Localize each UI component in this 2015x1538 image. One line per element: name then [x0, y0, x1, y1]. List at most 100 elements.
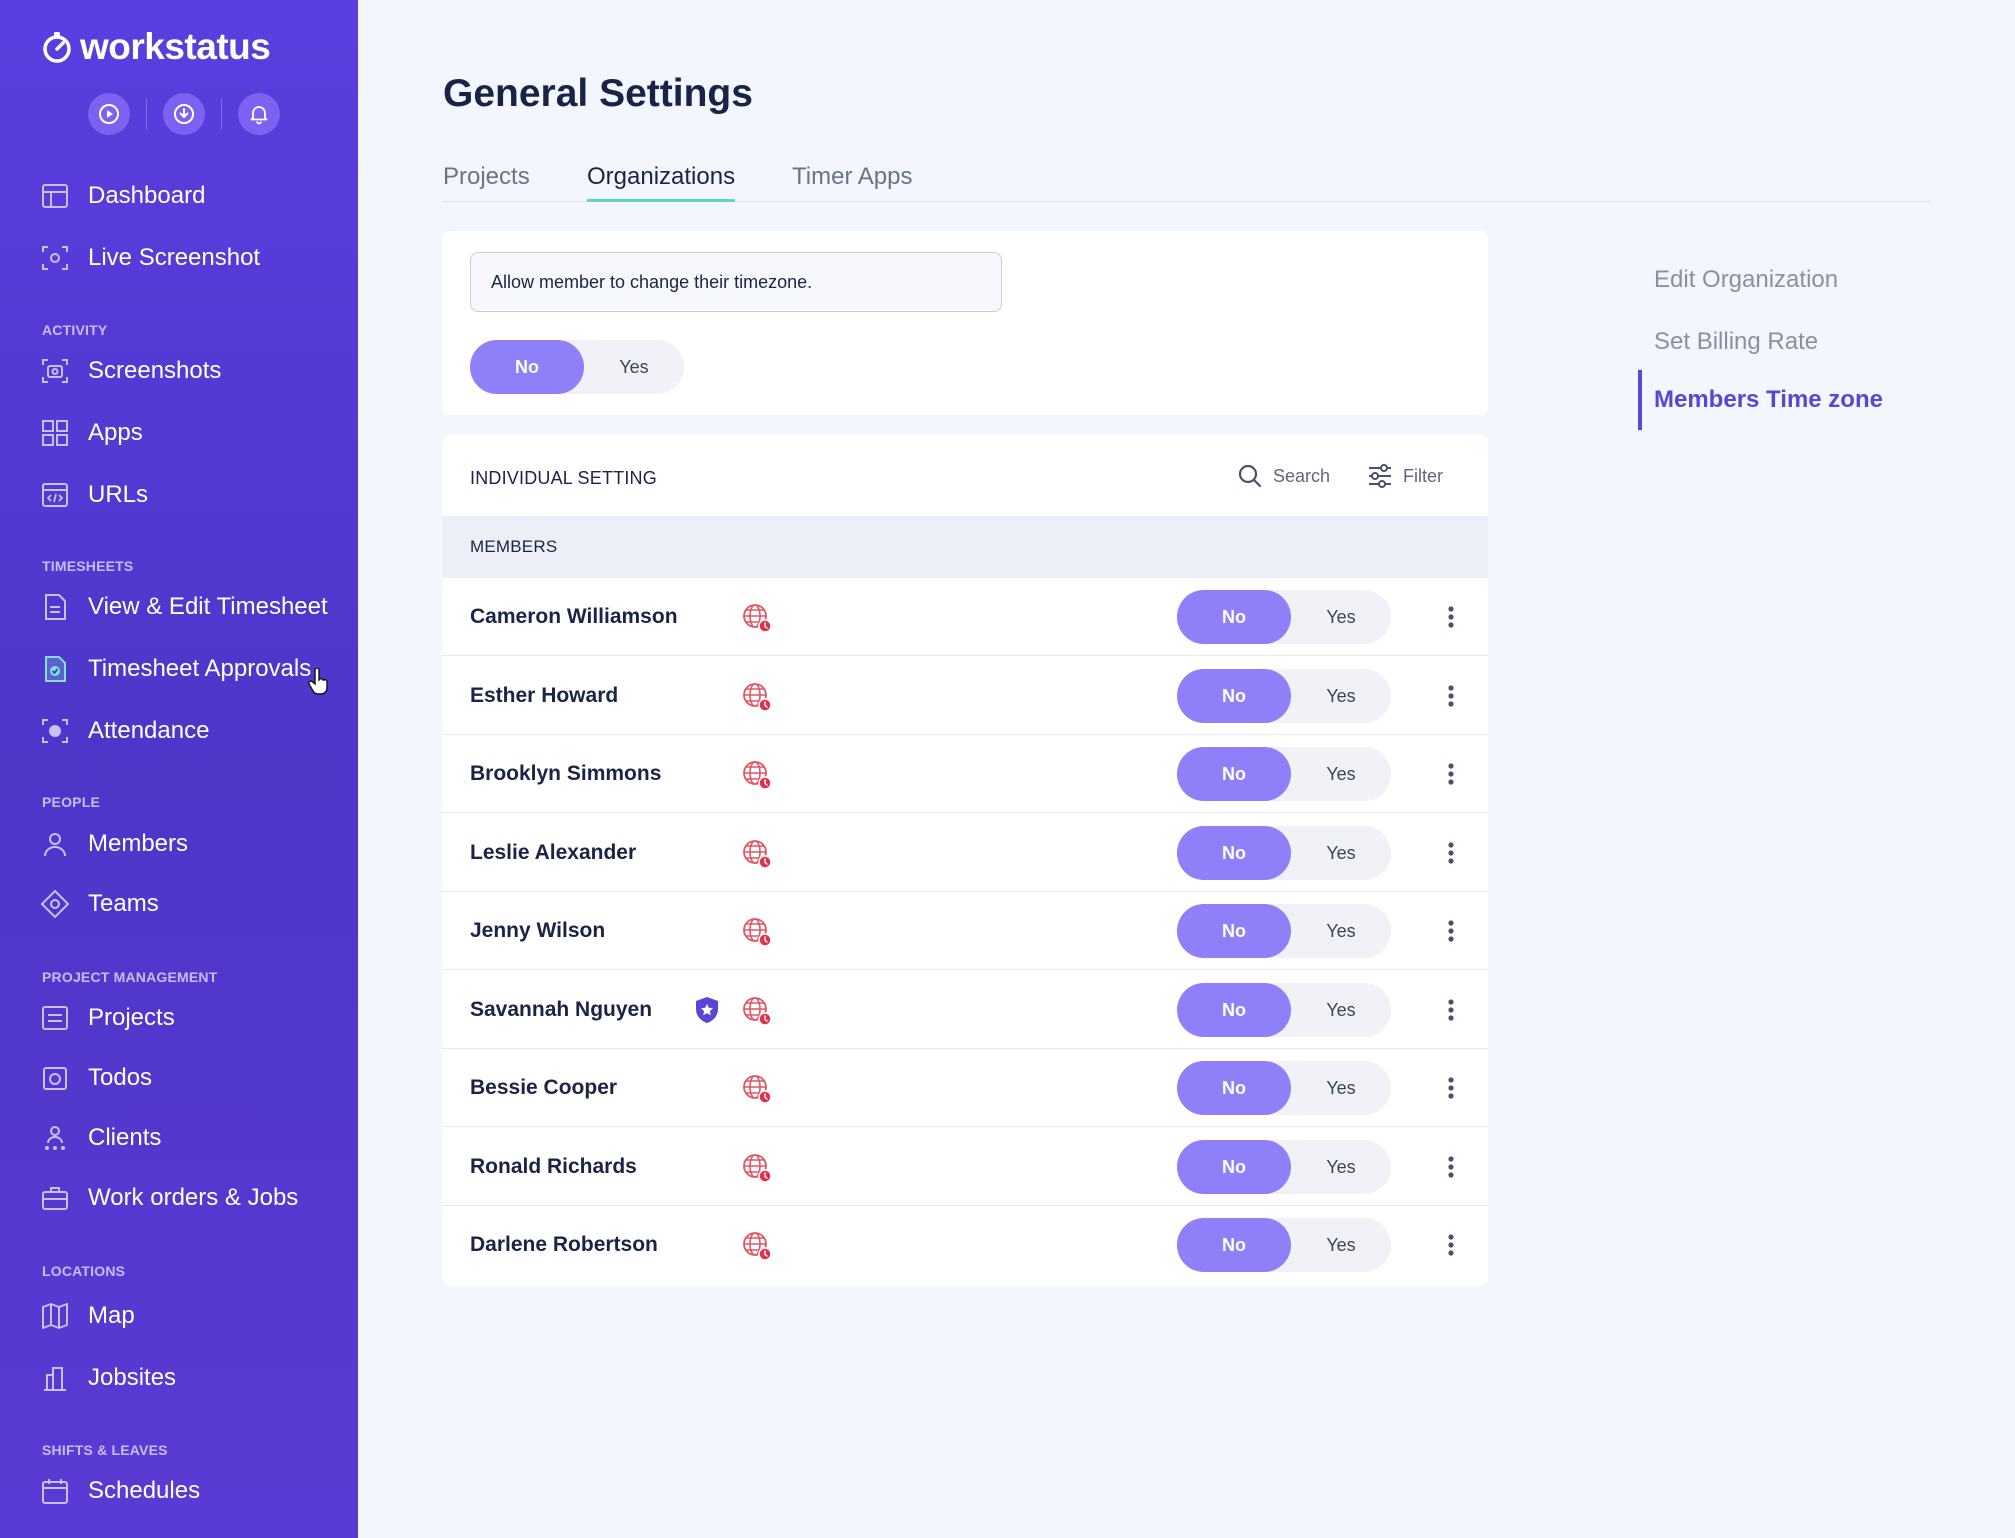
search-button[interactable]: Search	[1237, 463, 1330, 489]
table-row: Cameron Williamson No Yes	[442, 578, 1488, 656]
toggle-no-option[interactable]: No	[1177, 668, 1291, 723]
globe-timezone-icon[interactable]	[741, 1073, 773, 1105]
section-locations: LOCATIONS	[42, 1263, 126, 1279]
globe-timezone-icon[interactable]	[741, 838, 773, 870]
toggle-yes-option[interactable]: Yes	[1291, 826, 1391, 880]
sidebar-item-map[interactable]: Map	[40, 1296, 135, 1336]
sidebar-item-dashboard[interactable]: Dashboard	[40, 176, 205, 216]
more-options-icon[interactable]	[1438, 1230, 1464, 1260]
brand-logo[interactable]: workstatus	[40, 26, 271, 68]
briefcase-icon	[42, 1187, 68, 1210]
start-timer-button[interactable]	[88, 93, 130, 135]
toggle-no-option[interactable]: No	[1177, 1218, 1291, 1272]
member-timezone-toggle[interactable]: No Yes	[1177, 590, 1391, 644]
toggle-no-option[interactable]: No	[1177, 982, 1291, 1037]
more-options-icon[interactable]	[1438, 1073, 1464, 1103]
member-timezone-toggle[interactable]: No Yes	[1177, 1218, 1391, 1272]
toggle-yes-option[interactable]: Yes	[1291, 983, 1391, 1037]
member-timezone-toggle[interactable]: No Yes	[1177, 1139, 1391, 1194]
member-timezone-toggle[interactable]: No Yes	[1177, 904, 1391, 958]
sidebar-item-timesheet-approvals[interactable]: Timesheet Approvals	[40, 649, 311, 689]
sidebar-item-members[interactable]: Members	[40, 824, 188, 864]
download-circle-icon	[174, 104, 194, 124]
sidebar-item-attendance[interactable]: Attendance	[40, 711, 209, 751]
toggle-no-option[interactable]: No	[1177, 904, 1291, 958]
globe-timezone-icon[interactable]	[741, 681, 773, 713]
table-row: Leslie Alexander No Yes	[442, 814, 1488, 892]
globe-timezone-icon[interactable]	[741, 602, 773, 634]
todo-icon	[43, 1067, 67, 1090]
sidebar-item-clients[interactable]: Clients	[40, 1118, 161, 1158]
member-name: Cameron Williamson	[470, 605, 678, 628]
member-timezone-toggle[interactable]: No Yes	[1177, 747, 1391, 801]
toggle-yes-option[interactable]: Yes	[1291, 590, 1391, 644]
sidebar-item-jobsites[interactable]: Jobsites	[40, 1358, 176, 1398]
member-name: Savannah Nguyen	[470, 997, 653, 1021]
individual-settings-card: INDIVIDUAL SETTING Search Filter MEMBERS…	[442, 435, 1488, 1286]
member-timezone-toggle[interactable]: No Yes	[1177, 1061, 1391, 1115]
toggle-yes-option[interactable]: Yes	[584, 340, 684, 394]
toggle-yes-option[interactable]: Yes	[1291, 669, 1391, 723]
search-icon	[1238, 464, 1262, 488]
toggle-no-option[interactable]: No	[1177, 825, 1291, 880]
notifications-button[interactable]	[238, 93, 280, 135]
globe-timezone-icon[interactable]	[741, 1230, 773, 1262]
toggle-no-option[interactable]: No	[1177, 1061, 1291, 1115]
subnav-members-time-zone[interactable]: Members Time zone	[1638, 370, 1883, 430]
filter-button[interactable]: Filter	[1367, 463, 1443, 489]
toggle-yes-option[interactable]: Yes	[1291, 1140, 1391, 1194]
toggle-yes-option[interactable]: Yes	[1291, 1061, 1391, 1115]
document-icon	[45, 594, 66, 620]
brand-name: workstatus	[80, 26, 271, 67]
subnav-set-billing-rate[interactable]: Set Billing Rate	[1638, 312, 1818, 372]
toggle-no-option[interactable]: No	[470, 340, 584, 394]
sidebar-item-schedules[interactable]: Schedules	[40, 1471, 200, 1511]
sidebar-item-apps[interactable]: Apps	[40, 413, 143, 453]
toggle-yes-option[interactable]: Yes	[1291, 1218, 1391, 1272]
more-options-icon[interactable]	[1438, 759, 1464, 789]
member-timezone-toggle[interactable]: No Yes	[1177, 982, 1391, 1037]
section-people: PEOPLE	[42, 794, 100, 810]
sidebar-item-view-edit-timesheet[interactable]: View & Edit Timesheet	[40, 587, 328, 627]
more-options-icon[interactable]	[1438, 602, 1464, 632]
globe-timezone-icon[interactable]	[741, 916, 773, 948]
toggle-yes-option[interactable]: Yes	[1291, 904, 1391, 958]
member-timezone-toggle[interactable]: No Yes	[1177, 825, 1391, 880]
sidebar-item-todos[interactable]: Todos	[40, 1058, 152, 1098]
timezone-toggle[interactable]: No Yes	[470, 340, 684, 394]
more-options-icon[interactable]	[1438, 916, 1464, 946]
sidebar-item-label: Jobsites	[88, 1364, 177, 1391]
tab-timer-apps[interactable]: Timer Apps	[792, 160, 912, 202]
timezone-setting-card: Allow member to change their timezone. N…	[442, 231, 1488, 415]
globe-timezone-icon[interactable]	[741, 995, 773, 1027]
download-button[interactable]	[163, 93, 205, 135]
sidebar-item-projects[interactable]: Projects	[40, 998, 175, 1038]
member-name: Jenny Wilson	[470, 919, 606, 942]
subnav-edit-organization[interactable]: Edit Organization	[1638, 250, 1838, 310]
tab-projects[interactable]: Projects	[443, 160, 530, 202]
apps-grid-icon	[42, 420, 68, 446]
toggle-no-option[interactable]: No	[1177, 590, 1291, 644]
globe-timezone-icon[interactable]	[741, 1152, 773, 1184]
more-options-icon[interactable]	[1438, 1152, 1464, 1182]
sidebar-item-live-screenshot[interactable]: Live Screenshot	[40, 238, 260, 278]
sidebar-item-screenshots[interactable]: Screenshots	[40, 351, 221, 391]
globe-timezone-icon[interactable]	[741, 759, 773, 791]
sidebar-item-teams[interactable]: Teams	[40, 884, 159, 924]
member-timezone-toggle[interactable]: No Yes	[1177, 668, 1391, 723]
toggle-no-option[interactable]: No	[1177, 747, 1291, 801]
toggle-no-option[interactable]: No	[1177, 1139, 1291, 1194]
more-options-icon[interactable]	[1438, 681, 1464, 711]
table-row: Jenny Wilson No Yes	[442, 892, 1488, 970]
section-shifts-leaves: SHIFTS & LEAVES	[42, 1442, 168, 1458]
more-options-icon[interactable]	[1438, 995, 1464, 1025]
sidebar-item-label: Work orders & Jobs	[88, 1184, 299, 1211]
toggle-yes-option[interactable]: Yes	[1291, 747, 1391, 801]
more-options-icon[interactable]	[1438, 838, 1464, 868]
sidebar-item-urls[interactable]: URLs	[40, 475, 148, 515]
member-name: Ronald Richards	[470, 1154, 637, 1178]
sidebar-item-work-orders[interactable]: Work orders & Jobs	[40, 1178, 298, 1218]
table-row: Bessie Cooper No Yes	[442, 1049, 1488, 1127]
section-project-management: PROJECT MANAGEMENT	[42, 969, 218, 985]
tab-organizations[interactable]: Organizations	[587, 160, 736, 202]
